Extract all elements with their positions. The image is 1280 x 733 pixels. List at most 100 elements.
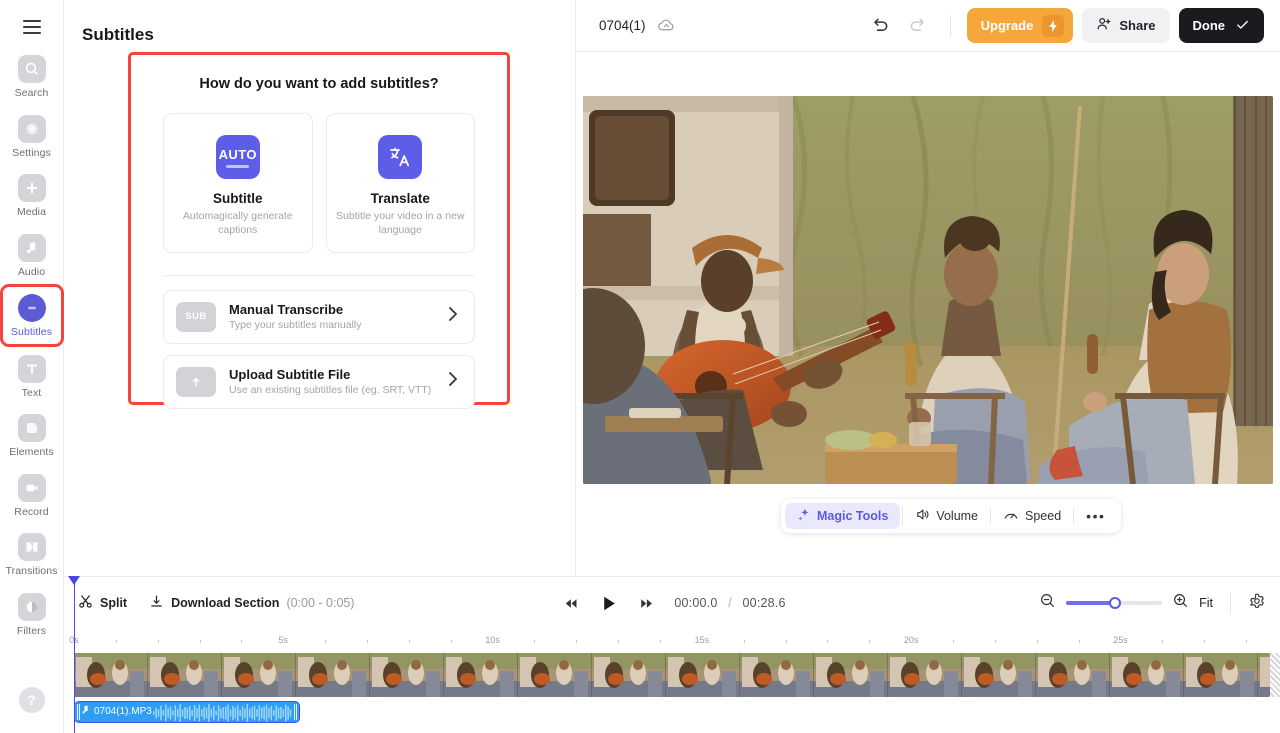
chevron-right-icon (448, 306, 462, 327)
split-button[interactable]: Split (78, 594, 127, 612)
sidebar-item-label: Elements (9, 447, 54, 459)
option-card-subtitle[interactable]: AUTO Subtitle Automagically generate cap… (163, 113, 313, 253)
option-row-upload-text: Upload Subtitle File Use an existing sub… (229, 367, 435, 396)
magic-tools-button[interactable]: Magic Tools (785, 503, 900, 529)
hamburger-icon[interactable] (19, 17, 45, 37)
upload-icon (176, 367, 216, 397)
magic-tools-label: Magic Tools (817, 509, 888, 523)
ruler-label: 15s (695, 635, 710, 645)
plus-icon (18, 174, 46, 202)
playback-controls: 00:00.0 / 00:28.6 (558, 589, 785, 617)
ruler-label: 5s (279, 635, 289, 645)
play-button[interactable] (594, 589, 622, 617)
video-camera-icon-glyph (23, 479, 41, 497)
time-display: 00:00.0 / 00:28.6 (674, 596, 785, 610)
sidebar-item-elements[interactable]: Elements (4, 408, 60, 463)
fit-button[interactable]: Fit (1199, 596, 1213, 610)
auto-subtitle-icon: AUTO (216, 135, 260, 179)
ruler-tick (1079, 640, 1080, 643)
speedometer-icon (1003, 507, 1019, 526)
more-options-button[interactable]: ••• (1074, 503, 1117, 529)
ruler-tick (995, 640, 996, 643)
volume-button[interactable]: Volume (903, 503, 990, 529)
person-add-icon (1096, 16, 1112, 35)
sidebar-item-label: Media (17, 207, 46, 219)
ruler-tick (1246, 640, 1247, 643)
ruler-tick (200, 640, 201, 643)
search-icon-glyph (23, 60, 41, 78)
sparkles-icon (797, 508, 811, 525)
audio-clip-name: 0704(1).MP3 (94, 706, 152, 717)
ruler-tick (869, 640, 870, 643)
help-button[interactable]: ? (4, 681, 60, 717)
sidebar-item-settings[interactable]: Settings (4, 109, 60, 164)
split-label: Split (100, 596, 127, 610)
ruler-tick (158, 640, 159, 643)
video-track[interactable] (74, 653, 1270, 697)
playhead-handle[interactable] (68, 576, 80, 585)
redo-arrow-icon[interactable] (904, 11, 934, 41)
audio-clip-left-handle[interactable] (77, 704, 80, 720)
share-button-label: Share (1119, 18, 1155, 33)
current-time: 00:00.0 (674, 596, 717, 610)
sidebar-item-text[interactable]: Text (4, 349, 60, 404)
download-section-button[interactable]: Download Section (0:00 - 0:05) (149, 594, 354, 612)
sidebar-item-audio[interactable]: Audio (4, 228, 60, 283)
upgrade-button-label: Upgrade (981, 18, 1034, 33)
ruler-tick (786, 640, 787, 643)
upgrade-button[interactable]: Upgrade (967, 8, 1074, 43)
video-frame (583, 96, 1273, 484)
project-name[interactable]: 0704(1) (599, 18, 646, 33)
sidebar-item-filters[interactable]: Filters (4, 587, 60, 642)
auto-subtitle-icon-bar (226, 165, 249, 168)
ruler-label: 10s (485, 635, 500, 645)
editor-app: SearchSettings Media AudioSubtitlesText Ele… (0, 0, 1280, 733)
sidebar-item-media[interactable]: Media (4, 168, 60, 223)
ruler-tick (618, 640, 619, 643)
skip-forward-icon[interactable] (634, 591, 658, 615)
ruler-tick (1037, 640, 1038, 643)
zoom-slider-knob[interactable] (1109, 597, 1121, 609)
plus-icon-glyph (23, 179, 41, 197)
transitions-icon-glyph (23, 538, 41, 556)
ruler-tick (409, 640, 410, 643)
option-card-subtitle-desc: Automagically generate captions (172, 210, 304, 238)
option-row-manual-transcribe[interactable]: SUB Manual Transcribe Type your subtitle… (163, 290, 475, 344)
playhead[interactable] (74, 577, 75, 733)
video-track-thumbnails (74, 653, 1270, 697)
ruler-tick (116, 640, 117, 643)
ruler-tick (241, 640, 242, 643)
auto-subtitle-icon-text: AUTO (219, 147, 257, 162)
undo-arrow-icon[interactable] (865, 11, 895, 41)
audio-clip-right-handle[interactable] (294, 704, 297, 720)
timeline-ruler[interactable]: 0s5s10s15s20s25s (74, 629, 1280, 653)
option-card-translate[interactable]: Translate Subtitle your video in a new l… (326, 113, 476, 253)
audio-clip-label: 0704(1).MP3 (81, 705, 152, 717)
audio-clip[interactable]: 0704(1).MP3 (74, 701, 300, 723)
cloud-sync-icon[interactable] (657, 16, 676, 35)
sidebar-item-transitions[interactable]: Transitions (4, 527, 60, 582)
sidebar-item-search[interactable]: Search (4, 49, 60, 104)
ruler-tick (534, 640, 535, 643)
track-end-hatch (1270, 653, 1280, 697)
music-note-icon-glyph (23, 239, 41, 257)
download-icon (149, 594, 164, 612)
preview-toolbar: Magic Tools Volume (781, 499, 1121, 533)
ruler-label: 25s (1113, 635, 1128, 645)
gear-icon[interactable] (1248, 592, 1266, 615)
option-row-upload-subtitle-file[interactable]: Upload Subtitle File Use an existing sub… (163, 355, 475, 409)
share-button[interactable]: Share (1082, 8, 1169, 43)
sidebar-item-record[interactable]: Record (4, 468, 60, 523)
speed-button[interactable]: Speed (991, 503, 1073, 529)
zoom-in-icon[interactable] (1172, 592, 1189, 614)
download-label: Download Section (171, 596, 279, 610)
search-icon (18, 55, 46, 83)
sidebar-item-subtitles[interactable]: Subtitles (3, 287, 61, 344)
skip-back-icon[interactable] (558, 591, 582, 615)
video-preview[interactable] (583, 96, 1273, 484)
zoom-slider[interactable] (1066, 601, 1162, 605)
zoom-out-icon[interactable] (1039, 592, 1056, 614)
filters-icon-glyph (23, 598, 41, 616)
done-button[interactable]: Done (1179, 8, 1265, 43)
checkmark-icon (1235, 17, 1250, 35)
